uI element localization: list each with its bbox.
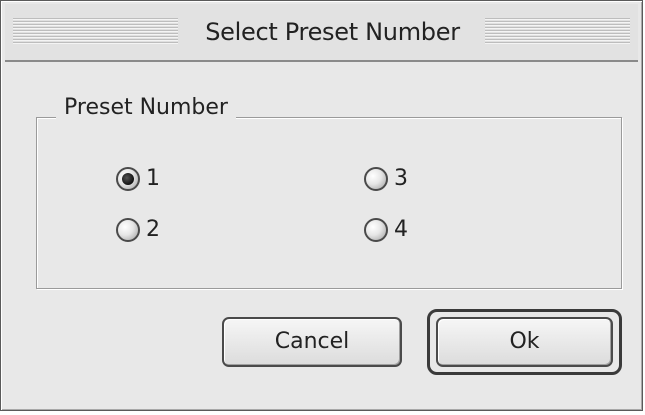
radio-preset-1[interactable]: 1 — [116, 165, 160, 193]
radio-preset-3[interactable]: 3 — [364, 165, 408, 193]
radio-label-2: 2 — [146, 217, 160, 242]
ok-button[interactable]: Ok — [436, 317, 613, 367]
radio-label-1: 1 — [146, 166, 160, 191]
title-bar-stripes-left — [13, 18, 178, 44]
radio-label-4: 4 — [394, 217, 408, 242]
radio-selected-icon[interactable] — [116, 167, 140, 191]
radio-unselected-icon[interactable] — [116, 218, 140, 242]
radio-label-3: 3 — [394, 166, 408, 191]
title-bar[interactable]: Select Preset Number — [5, 4, 638, 62]
title-bar-stripes-right — [485, 18, 630, 44]
radio-preset-4[interactable]: 4 — [364, 216, 408, 244]
radio-unselected-icon[interactable] — [364, 218, 388, 242]
cancel-button[interactable]: Cancel — [222, 317, 402, 367]
radio-unselected-icon[interactable] — [364, 167, 388, 191]
preset-number-groupbox — [36, 117, 622, 289]
preset-number-group-label: Preset Number — [56, 94, 236, 122]
dialog-title: Select Preset Number — [205, 18, 460, 46]
radio-preset-2[interactable]: 2 — [116, 216, 160, 244]
